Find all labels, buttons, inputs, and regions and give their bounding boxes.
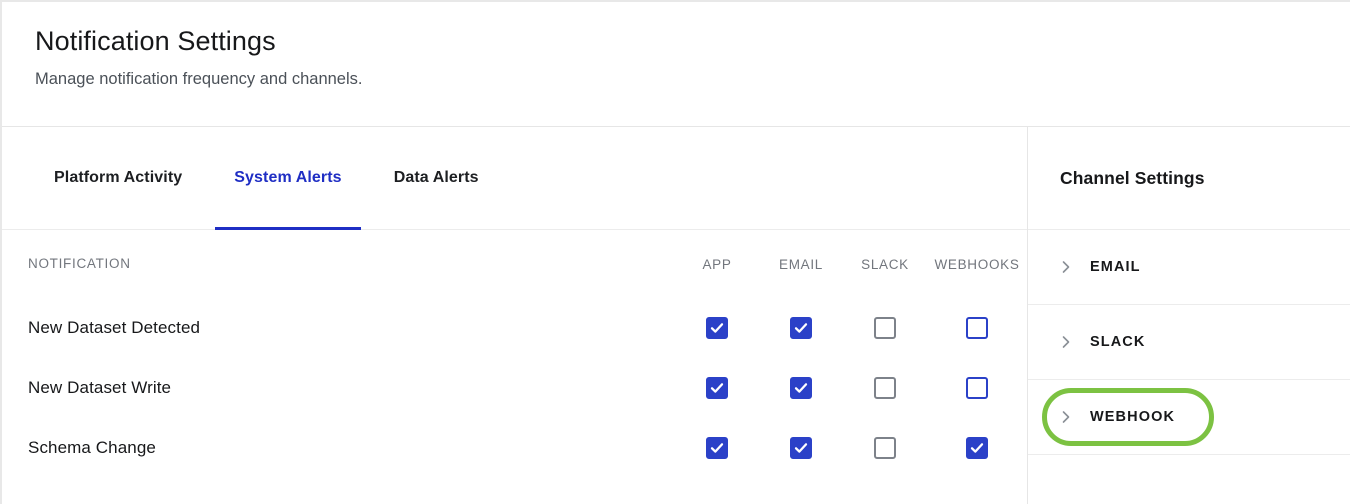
chevron-right-icon: [1062, 261, 1070, 273]
checkbox-webhooks[interactable]: [966, 317, 988, 339]
notification-name: New Dataset Write: [28, 378, 172, 397]
cell-slack: [843, 377, 927, 399]
cell-webhooks: [927, 437, 1027, 459]
table-header-row: NOTIFICATION APP EMAIL SLACK WEBHOOKS: [2, 230, 1027, 298]
notifications-pane: Platform Activity System Alerts Data Ale…: [2, 127, 1028, 504]
cell-email: [759, 317, 843, 339]
channel-label: WEBHOOK: [1090, 409, 1176, 425]
page-subtitle: Manage notification frequency and channe…: [35, 70, 363, 88]
chevron-right-icon: [1062, 336, 1070, 348]
checkbox-email[interactable]: [790, 437, 812, 459]
notification-name: Schema Change: [28, 438, 156, 457]
channel-label: SLACK: [1090, 334, 1146, 350]
cell-app: [675, 437, 759, 459]
tab-label: Platform Activity: [54, 169, 183, 186]
checkbox-webhooks[interactable]: [966, 377, 988, 399]
cell-slack: [843, 437, 927, 459]
notification-name: New Dataset Detected: [28, 318, 201, 337]
column-header-email: EMAIL: [778, 256, 823, 272]
tab-bar: Platform Activity System Alerts Data Ale…: [2, 127, 1027, 230]
column-header-app: APP: [702, 256, 732, 272]
channel-row-email[interactable]: EMAIL: [1028, 230, 1350, 305]
tab-system-alerts[interactable]: System Alerts: [215, 127, 362, 230]
checkbox-email[interactable]: [790, 317, 812, 339]
tab-platform-activity[interactable]: Platform Activity: [54, 127, 182, 230]
cell-app: [675, 317, 759, 339]
notification-settings-page: Notification Settings Manage notificatio…: [0, 0, 1350, 504]
channel-settings-header: Channel Settings: [1028, 127, 1350, 230]
channel-row-slack[interactable]: SLACK: [1028, 305, 1350, 380]
column-header-webhooks: WEBHOOKS: [934, 256, 1020, 272]
checkbox-app[interactable]: [706, 377, 728, 399]
table-row: New Dataset Detected: [2, 298, 1027, 358]
tab-data-alerts[interactable]: Data Alerts: [394, 127, 479, 230]
checkbox-app[interactable]: [706, 317, 728, 339]
checkbox-slack[interactable]: [874, 377, 896, 399]
checkbox-email[interactable]: [790, 377, 812, 399]
checkbox-slack[interactable]: [874, 437, 896, 459]
channel-settings-pane: Channel Settings EMAIL SLACK WEBHOOK: [1028, 127, 1350, 504]
cell-email: [759, 377, 843, 399]
checkbox-slack[interactable]: [874, 317, 896, 339]
tab-label: System Alerts: [234, 169, 342, 186]
notifications-table: NOTIFICATION APP EMAIL SLACK WEBHOOKS Ne…: [2, 230, 1027, 478]
panel-title: Channel Settings: [1060, 167, 1205, 188]
column-header-slack: SLACK: [861, 256, 909, 272]
checkbox-app[interactable]: [706, 437, 728, 459]
channel-row-webhook[interactable]: WEBHOOK: [1028, 380, 1350, 455]
page-title: Notification Settings: [35, 26, 276, 56]
chevron-right-icon: [1062, 411, 1070, 423]
table-row: Schema Change: [2, 418, 1027, 478]
body-split: Platform Activity System Alerts Data Ale…: [2, 127, 1350, 504]
cell-slack: [843, 317, 927, 339]
table-row: New Dataset Write: [2, 358, 1027, 418]
cell-webhooks: [927, 317, 1027, 339]
cell-webhooks: [927, 377, 1027, 399]
tab-label: Data Alerts: [393, 169, 479, 186]
page-header: Notification Settings Manage notificatio…: [2, 2, 1350, 127]
channel-label: EMAIL: [1090, 259, 1141, 275]
cell-email: [759, 437, 843, 459]
cell-app: [675, 377, 759, 399]
column-header-notification: NOTIFICATION: [28, 256, 131, 271]
checkbox-webhooks[interactable]: [966, 437, 988, 459]
